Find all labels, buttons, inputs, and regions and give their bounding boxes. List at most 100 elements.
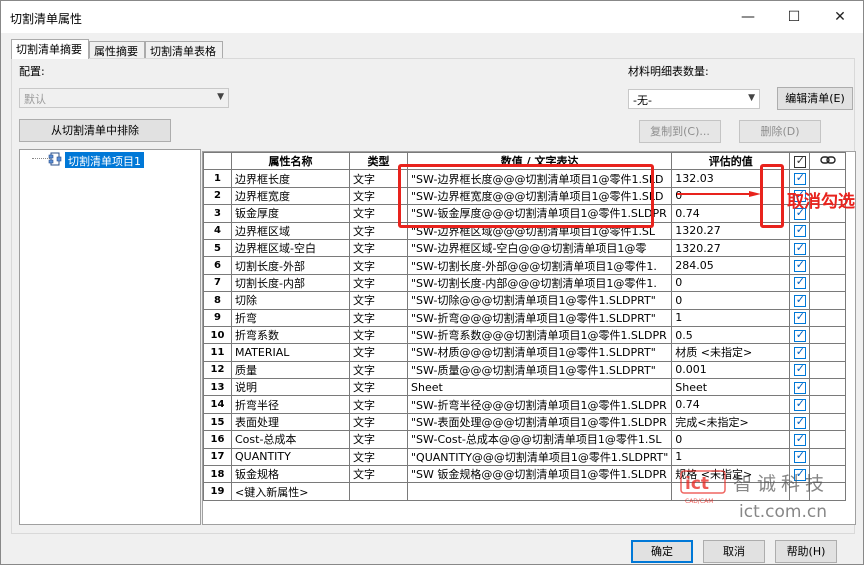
table-row[interactable]: 5 边界框区域-空白 文字 "SW-边界框区域-空白@@@切割清单项目1@零 1320.… <box>203 238 847 258</box>
exclude-from-cutlist-button[interactable]: 从切割清单中排除 <box>19 119 171 142</box>
include-checkbox-cell[interactable] <box>789 412 811 432</box>
property-type-cell[interactable]: 文字 <box>349 308 408 327</box>
include-checkbox-cell[interactable] <box>789 256 811 275</box>
property-expression-cell[interactable]: "SW-折弯半径@@@切割清单项目1@零件1.SLDPR <box>406 395 673 414</box>
property-expression-cell[interactable]: "SW-表面处理@@@切割清单项目1@零件1.SLDPR <box>406 412 673 432</box>
property-type-cell[interactable]: 文字 <box>349 291 408 310</box>
include-checkbox[interactable] <box>793 362 806 377</box>
include-checkbox[interactable] <box>793 293 806 307</box>
table-row[interactable]: 7 切割长度-内部 文字 "SW-切割长度-内部@@@切割清单项目1@零件1. 0 <box>203 273 847 293</box>
config-select[interactable]: 默认 ▼ <box>19 88 229 108</box>
property-type-cell[interactable]: 文字 <box>349 430 408 449</box>
property-name-cell[interactable]: 折弯系数 <box>231 325 350 345</box>
table-row[interactable]: 12 质量 文字 "SW-质量@@@切割清单项目1@零件1.SLDPRT" 0.001 <box>203 360 847 380</box>
property-expression-cell[interactable]: "SW-材质@@@切割清单项目1@零件1.SLDPRT" <box>406 343 673 362</box>
property-type-cell[interactable]: 文字 <box>349 238 408 258</box>
property-name-cell[interactable]: 钣金厚度 <box>231 204 350 223</box>
include-checkbox[interactable] <box>793 380 806 394</box>
include-checkbox-cell[interactable] <box>789 325 811 345</box>
include-checkbox-cell[interactable] <box>789 291 811 310</box>
tab-cutlist-table[interactable]: 切割清单表格 <box>145 41 223 58</box>
property-expression-cell[interactable]: "SW-切割长度-内部@@@切割清单项目1@零件1. <box>406 273 673 293</box>
table-row[interactable]: 15 表面处理 文字 "SW-表面处理@@@切割清单项目1@零件1.SLDPR 完成<未… <box>203 412 847 432</box>
property-type-cell[interactable]: 文字 <box>349 256 408 275</box>
property-name-cell[interactable]: <键入新属性> <box>231 482 350 501</box>
property-name-cell[interactable]: 钣金规格 <box>231 465 350 484</box>
include-checkbox[interactable] <box>793 415 806 429</box>
delete-button[interactable]: 删除(D) <box>739 120 821 143</box>
property-expression-cell[interactable]: "SW-质量@@@切割清单项目1@零件1.SLDPRT" <box>406 360 673 380</box>
include-checkbox-cell[interactable] <box>789 221 811 240</box>
property-expression-cell[interactable]: "SW-折弯@@@切割清单项目1@零件1.SLDPRT" <box>406 308 673 327</box>
maximize-button[interactable]: ☐ <box>771 1 817 33</box>
include-checkbox[interactable] <box>793 345 806 359</box>
include-checkbox[interactable] <box>793 223 806 238</box>
property-expression-cell[interactable]: "SW 钣金规格@@@切割清单项目1@零件1.SLDPR <box>406 465 673 484</box>
include-checkbox-cell[interactable] <box>789 273 811 293</box>
property-name-cell[interactable]: QUANTITY <box>231 447 350 467</box>
property-type-cell[interactable]: 文字 <box>349 465 408 484</box>
property-type-cell[interactable]: 文字 <box>349 412 408 432</box>
minimize-button[interactable]: — <box>725 1 771 33</box>
property-expression-cell[interactable] <box>406 482 673 501</box>
cutlist-tree[interactable]: 切割清单项目1 <box>19 149 201 525</box>
header-check-all[interactable] <box>789 152 811 171</box>
tab-property-summary[interactable]: 属性摘要 <box>89 41 145 58</box>
property-name-cell[interactable]: 边界框区域 <box>231 221 350 240</box>
include-checkbox[interactable] <box>793 310 806 325</box>
property-expression-cell[interactable]: "SW-Cost-总成本@@@切割清单项目1@零件1.SL <box>406 430 673 449</box>
property-name-cell[interactable]: 边界框长度 <box>231 169 350 188</box>
include-checkbox-cell[interactable] <box>789 447 811 467</box>
table-row[interactable]: 6 切割长度-外部 文字 "SW-切割长度-外部@@@切割清单项目1@零件1. 284.… <box>203 256 847 275</box>
property-name-cell[interactable]: Cost-总成本 <box>231 430 350 449</box>
table-row[interactable]: 13 说明 文字 Sheet Sheet <box>203 378 847 397</box>
copy-to-button[interactable]: 复制到(C)... <box>639 120 721 143</box>
include-checkbox-cell[interactable] <box>789 395 811 414</box>
property-name-cell[interactable]: 切割长度-内部 <box>231 273 350 293</box>
property-type-cell[interactable]: 文字 <box>349 343 408 362</box>
property-name-cell[interactable]: 切除 <box>231 291 350 310</box>
ok-button[interactable]: 确定 <box>631 540 693 563</box>
property-name-cell[interactable]: 表面处理 <box>231 412 350 432</box>
cancel-button[interactable]: 取消 <box>703 540 765 563</box>
property-expression-cell[interactable]: "SW-切除@@@切割清单项目1@零件1.SLDPRT" <box>406 291 673 310</box>
table-row[interactable]: 17 QUANTITY 文字 "QUANTITY@@@切割清单项目1@零件1.SLDP… <box>203 447 847 467</box>
property-name-cell[interactable]: 边界框区域-空白 <box>231 238 350 258</box>
close-button[interactable]: ✕ <box>817 1 863 33</box>
property-name-cell[interactable]: 质量 <box>231 360 350 380</box>
include-checkbox[interactable] <box>793 258 806 273</box>
include-checkbox[interactable] <box>793 449 806 464</box>
property-name-cell[interactable]: MATERIAL <box>231 343 350 362</box>
include-checkbox[interactable] <box>793 241 806 255</box>
include-checkbox-cell[interactable] <box>789 430 811 449</box>
include-checkbox[interactable] <box>793 432 806 446</box>
property-name-cell[interactable]: 折弯 <box>231 308 350 327</box>
include-checkbox[interactable] <box>793 171 806 186</box>
property-type-cell[interactable]: 文字 <box>349 273 408 293</box>
tab-cutlist-summary[interactable]: 切割清单摘要 <box>11 39 89 59</box>
property-expression-cell[interactable]: "SW-切割长度-外部@@@切割清单项目1@零件1. <box>406 256 673 275</box>
table-row[interactable]: 9 折弯 文字 "SW-折弯@@@切割清单项目1@零件1.SLDPRT" 1 <box>203 308 847 327</box>
property-type-cell[interactable]: 文字 <box>349 395 408 414</box>
property-expression-cell[interactable]: "SW-边界框区域-空白@@@切割清单项目1@零 <box>406 238 673 258</box>
property-name-cell[interactable]: 切割长度-外部 <box>231 256 350 275</box>
include-checkbox-cell[interactable] <box>789 308 811 327</box>
property-type-cell[interactable]: 文字 <box>349 447 408 467</box>
include-checkbox[interactable] <box>793 275 806 290</box>
property-name-cell[interactable]: 边界框宽度 <box>231 186 350 206</box>
include-checkbox-cell[interactable] <box>789 360 811 380</box>
include-checkbox[interactable] <box>793 397 806 412</box>
table-row[interactable]: 16 Cost-总成本 文字 "SW-Cost-总成本@@@切割清单项目1@零件1.S… <box>203 430 847 449</box>
property-name-cell[interactable]: 折弯半径 <box>231 395 350 414</box>
include-checkbox[interactable] <box>793 328 806 342</box>
property-type-cell[interactable] <box>349 482 408 501</box>
bom-qty-select[interactable]: -无- ▼ <box>628 89 760 109</box>
include-checkbox-cell[interactable] <box>789 238 811 258</box>
include-checkbox-cell[interactable] <box>789 169 811 188</box>
include-checkbox-cell[interactable] <box>789 378 811 397</box>
property-type-cell[interactable]: 文字 <box>349 360 408 380</box>
header-link[interactable] <box>809 152 847 171</box>
tree-item-cutlist-1[interactable]: 切割清单项目1 <box>65 152 144 168</box>
include-checkbox-cell[interactable] <box>789 343 811 362</box>
table-row[interactable]: 14 折弯半径 文字 "SW-折弯半径@@@切割清单项目1@零件1.SLDPR 0.74 <box>203 395 847 414</box>
